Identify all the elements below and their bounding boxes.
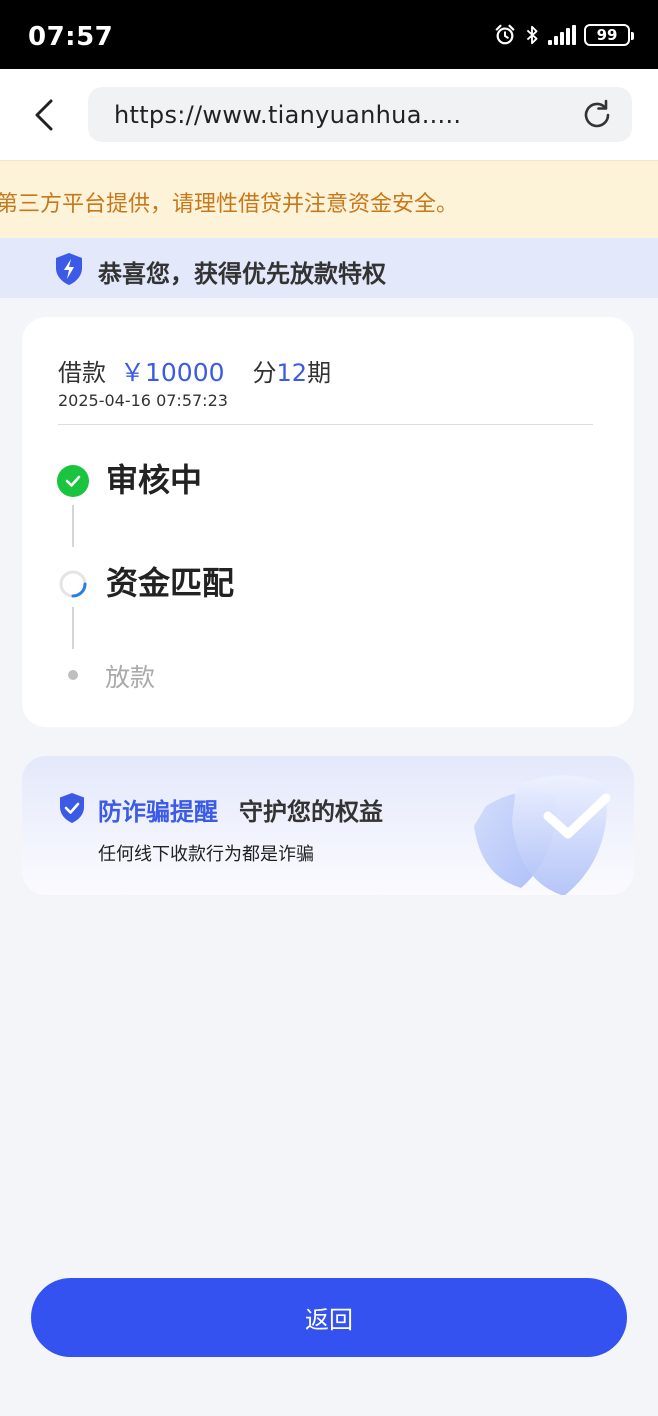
shield-lightning-icon <box>56 253 82 285</box>
bluetooth-icon <box>526 25 538 45</box>
step-matching-label: 资金匹配 <box>106 564 235 602</box>
fraud-title: 守护您的权益 <box>239 798 383 826</box>
fraud-subtitle: 任何线下收款行为都是诈骗 <box>98 844 314 865</box>
step-connector <box>72 505 74 547</box>
loan-timestamp: 2025-04-16 07:57:23 <box>58 391 228 410</box>
battery-level: 99 <box>596 26 618 44</box>
notice-text: 第三方平台提供，请理性借贷并注意资金安全。 <box>0 192 459 217</box>
loan-term-prefix: 分 <box>252 359 277 387</box>
signal-icon <box>548 25 576 45</box>
loan-progress-card: 借款 ￥10000 分 12 期 2025-04-16 07:57:23 审核中… <box>22 317 634 727</box>
loan-summary: 借款 ￥10000 分 12 期 <box>58 353 331 389</box>
loan-term-suffix: 期 <box>307 359 332 387</box>
decorative-shield-check-icon <box>474 775 611 895</box>
anti-fraud-card: 防诈骗提醒 守护您的权益 任何线下收款行为都是诈骗 <box>22 756 634 895</box>
shield-check-icon <box>60 793 84 823</box>
battery-icon: 99 <box>584 24 634 46</box>
check-circle-icon <box>57 465 89 497</box>
loan-label: 借款 <box>58 359 106 387</box>
loading-spinner-icon <box>59 570 87 598</box>
url-text: https://www.tianyuanhua..... <box>114 101 462 129</box>
notice-bar: 第三方平台提供，请理性借贷并注意资金安全。 <box>0 160 658 238</box>
loan-term-count: 12 <box>276 359 308 387</box>
alarm-icon <box>495 24 515 45</box>
reload-icon[interactable] <box>580 98 614 132</box>
back-button[interactable] <box>26 95 62 135</box>
browser-nav-bar: https://www.tianyuanhua..... <box>0 69 658 160</box>
step-connector <box>72 607 74 649</box>
chevron-left-icon <box>35 99 53 131</box>
privilege-text: 恭喜您，获得优先放款特权 <box>98 260 386 288</box>
step-review-label: 审核中 <box>106 461 203 499</box>
fraud-title-highlight: 防诈骗提醒 <box>98 798 218 826</box>
url-bar[interactable]: https://www.tianyuanhua..... <box>88 87 632 142</box>
divider <box>58 424 593 425</box>
status-bar: 07:57 99 <box>0 0 658 69</box>
step-disburse-label: 放款 <box>105 663 156 692</box>
status-icons: 99 <box>494 24 634 46</box>
pending-dot-icon <box>68 670 78 680</box>
privilege-bar: 恭喜您，获得优先放款特权 <box>0 238 658 298</box>
return-button[interactable]: 返回 <box>31 1278 627 1357</box>
loan-amount: ￥10000 <box>120 358 225 387</box>
status-time: 07:57 <box>28 22 114 52</box>
